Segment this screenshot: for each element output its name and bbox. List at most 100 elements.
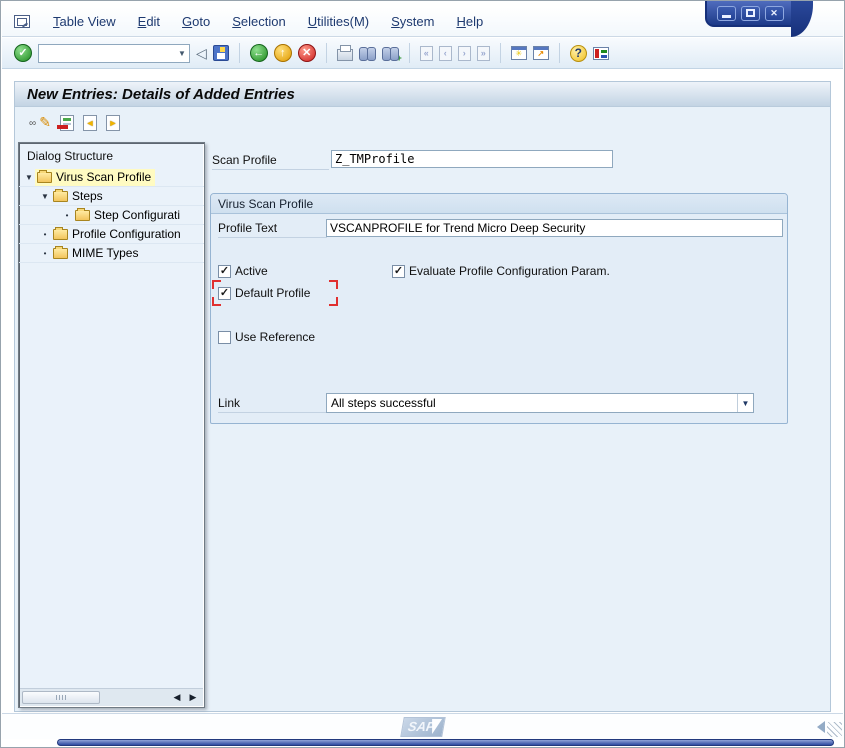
toolbar-separator bbox=[326, 43, 327, 63]
menu-edit[interactable]: Edit bbox=[127, 11, 171, 32]
find-icon[interactable] bbox=[359, 46, 376, 60]
menu-help[interactable]: Help bbox=[445, 11, 494, 32]
status-expand-icon[interactable] bbox=[817, 721, 825, 733]
previous-page-icon[interactable]: ‹ bbox=[439, 46, 452, 61]
scrollbar-thumb[interactable] bbox=[22, 691, 100, 704]
tree-item-label: Steps bbox=[72, 189, 103, 203]
glasses-icon: ∞ bbox=[29, 119, 36, 129]
use-reference-checkbox-row: Use Reference bbox=[218, 330, 315, 344]
dropdown-arrow-button[interactable]: ▼ bbox=[737, 394, 753, 412]
tree-item-label: Virus Scan Profile bbox=[56, 170, 151, 184]
folder-icon bbox=[53, 248, 68, 259]
back-icon[interactable]: ← bbox=[250, 44, 268, 62]
close-button[interactable]: ✕ bbox=[765, 6, 784, 21]
dialog-structure-header: Dialog Structure bbox=[19, 143, 204, 168]
red-bar bbox=[57, 125, 68, 129]
active-checkbox-row: ✓ Active bbox=[218, 264, 268, 278]
bullet-icon: • bbox=[39, 249, 51, 258]
tree-horizontal-scrollbar[interactable]: ◀ ▶ bbox=[20, 688, 203, 706]
default-profile-label: Default Profile bbox=[235, 286, 310, 300]
last-page-icon[interactable]: » bbox=[477, 46, 490, 61]
use-reference-checkbox[interactable] bbox=[218, 331, 231, 344]
virus-scan-profile-groupbox: Virus Scan Profile Profile Text VSCANPRO… bbox=[210, 193, 788, 424]
scan-profile-field[interactable]: Z_TMProfile bbox=[331, 150, 613, 168]
exit-icon[interactable]: ↑ bbox=[274, 44, 292, 62]
evaluate-profile-configuration-checkbox[interactable]: ✓ bbox=[392, 265, 405, 278]
scroll-left-button[interactable]: ◀ bbox=[169, 690, 185, 705]
bullet-icon: • bbox=[39, 230, 51, 239]
default-profile-checkbox[interactable]: ✓ bbox=[218, 287, 231, 300]
page-title: New Entries: Details of Added Entries bbox=[27, 86, 295, 103]
main-content-panel: New Entries: Details of Added Entries ∞ … bbox=[14, 81, 831, 712]
delete-entry-icon[interactable] bbox=[60, 115, 74, 131]
save-icon[interactable] bbox=[213, 45, 229, 61]
standard-toolbar: ✓ ▼ ◁ ← ↑ ✕ + « ‹ › » ✳ ↗ ? bbox=[2, 38, 843, 69]
menu-system[interactable]: System bbox=[380, 11, 445, 32]
evaluate-checkbox-row: ✓ Evaluate Profile Configuration Param. bbox=[392, 264, 610, 278]
minimize-button[interactable] bbox=[717, 6, 736, 21]
customize-local-layout-icon[interactable] bbox=[593, 47, 609, 60]
grip-dots-icon bbox=[56, 695, 66, 700]
find-next-icon[interactable]: + bbox=[382, 46, 399, 60]
maximize-button[interactable] bbox=[741, 6, 760, 21]
tree-item-profile-configuration[interactable]: • Profile Configuration bbox=[19, 225, 204, 244]
tree-item-virus-scan-profile[interactable]: ▼ Virus Scan Profile bbox=[19, 168, 204, 187]
menu-table-view[interactable]: Table View bbox=[42, 11, 127, 32]
enter-icon[interactable]: ✓ bbox=[14, 44, 32, 62]
link-dropdown[interactable]: All steps successful ▼ bbox=[326, 393, 754, 413]
hide-command-field-icon[interactable]: ◁ bbox=[196, 46, 207, 60]
tree-item-mime-types[interactable]: • MIME Types bbox=[19, 244, 204, 263]
active-checkbox[interactable]: ✓ bbox=[218, 265, 231, 278]
menu-utilities[interactable]: Utilities(M) bbox=[297, 11, 380, 32]
corner-mark bbox=[329, 280, 338, 289]
command-input[interactable] bbox=[39, 46, 175, 61]
close-icon: ✕ bbox=[770, 9, 778, 18]
status-bar: SAP bbox=[2, 713, 843, 739]
cancel-icon[interactable]: ✕ bbox=[298, 44, 316, 62]
use-reference-label: Use Reference bbox=[235, 330, 315, 344]
profile-text-label: Profile Text bbox=[218, 221, 327, 238]
system-menu-icon[interactable] bbox=[14, 15, 30, 28]
screen-title-bar: New Entries: Details of Added Entries bbox=[15, 82, 830, 107]
tree-item-step-configuration[interactable]: • Step Configurati bbox=[19, 206, 204, 225]
chevron-down-icon[interactable]: ▼ bbox=[23, 173, 35, 182]
scan-profile-label: Scan Profile bbox=[212, 153, 329, 170]
display-change-icon[interactable]: ∞ ✎ bbox=[29, 115, 51, 131]
default-profile-checkbox-row: ✓ Default Profile bbox=[218, 286, 310, 300]
link-selected-value: All steps successful bbox=[327, 396, 737, 410]
window-titlebar-fragment: ✕ bbox=[705, 1, 795, 27]
toolbar-separator bbox=[239, 43, 240, 63]
sap-gui-window: ✕ Table View Edit Goto Selection Utiliti… bbox=[0, 0, 845, 748]
minimize-icon bbox=[722, 15, 731, 18]
arrow-up-right-icon: ↗ bbox=[537, 49, 544, 59]
groupbox-title: Virus Scan Profile bbox=[211, 194, 787, 214]
dialog-structure-panel: Dialog Structure ▼ Virus Scan Profile ▼ … bbox=[18, 142, 205, 708]
toolbar-separator bbox=[559, 43, 560, 63]
next-entry-icon[interactable]: ► bbox=[106, 115, 120, 131]
profile-text-field[interactable]: VSCANPROFILE for Trend Micro Deep Securi… bbox=[326, 219, 783, 237]
chevron-down-icon[interactable]: ▼ bbox=[39, 192, 51, 201]
previous-entry-icon[interactable]: ◄ bbox=[83, 115, 97, 131]
active-label: Active bbox=[235, 264, 268, 278]
tree-item-steps[interactable]: ▼ Steps bbox=[19, 187, 204, 206]
menu-selection[interactable]: Selection bbox=[221, 11, 296, 32]
toolbar-separator bbox=[500, 43, 501, 63]
create-shortcut-icon[interactable]: ↗ bbox=[533, 46, 549, 60]
maximize-icon bbox=[746, 9, 755, 17]
bullet-icon: • bbox=[61, 211, 73, 220]
plus-icon: + bbox=[397, 53, 402, 63]
command-dropdown-icon[interactable]: ▼ bbox=[175, 49, 189, 58]
application-toolbar: ∞ ✎ ◄ ► bbox=[15, 108, 830, 138]
chevron-down-icon: ▼ bbox=[742, 399, 750, 408]
link-label: Link bbox=[218, 396, 327, 413]
help-icon[interactable]: ? bbox=[570, 45, 587, 62]
star-icon: ✳ bbox=[515, 49, 522, 59]
menu-goto[interactable]: Goto bbox=[171, 11, 221, 32]
first-page-icon[interactable]: « bbox=[420, 46, 433, 61]
new-session-icon[interactable]: ✳ bbox=[511, 46, 527, 60]
scroll-right-button[interactable]: ▶ bbox=[185, 690, 201, 705]
sap-logo: SAP bbox=[400, 717, 445, 737]
resize-grip[interactable] bbox=[827, 722, 842, 737]
print-icon[interactable] bbox=[337, 49, 353, 61]
next-page-icon[interactable]: › bbox=[458, 46, 471, 61]
